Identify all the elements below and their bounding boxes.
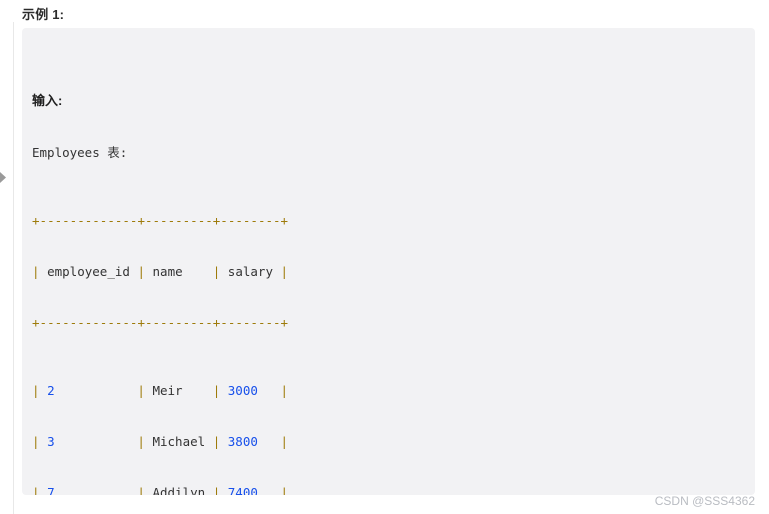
article-left-rule (13, 22, 14, 514)
input-caption: Employees 表: (32, 145, 128, 160)
code-body: 输入: Employees 表: +-------------+--------… (32, 40, 755, 495)
input-table-header: | employee_id | name | salary | (32, 264, 289, 279)
input-table-rule-mid: +-------------+---------+--------+ (32, 315, 289, 330)
table-row: | 2 | Meir | 3000 | (32, 383, 288, 398)
input-label: 输入: (32, 93, 63, 108)
watermark: CSDN @SSS4362 (654, 494, 755, 508)
input-table-rule-top: +-------------+---------+--------+ (32, 213, 289, 228)
page-title: 示例 1: (22, 7, 65, 22)
table-row: | 7 | Addilyn | 7400 | (32, 485, 288, 495)
example-code-block: 输入: Employees 表: +-------------+--------… (22, 28, 755, 495)
table-row: | 3 | Michael | 3800 | (32, 434, 288, 449)
collapse-arrow-icon[interactable] (0, 172, 6, 183)
